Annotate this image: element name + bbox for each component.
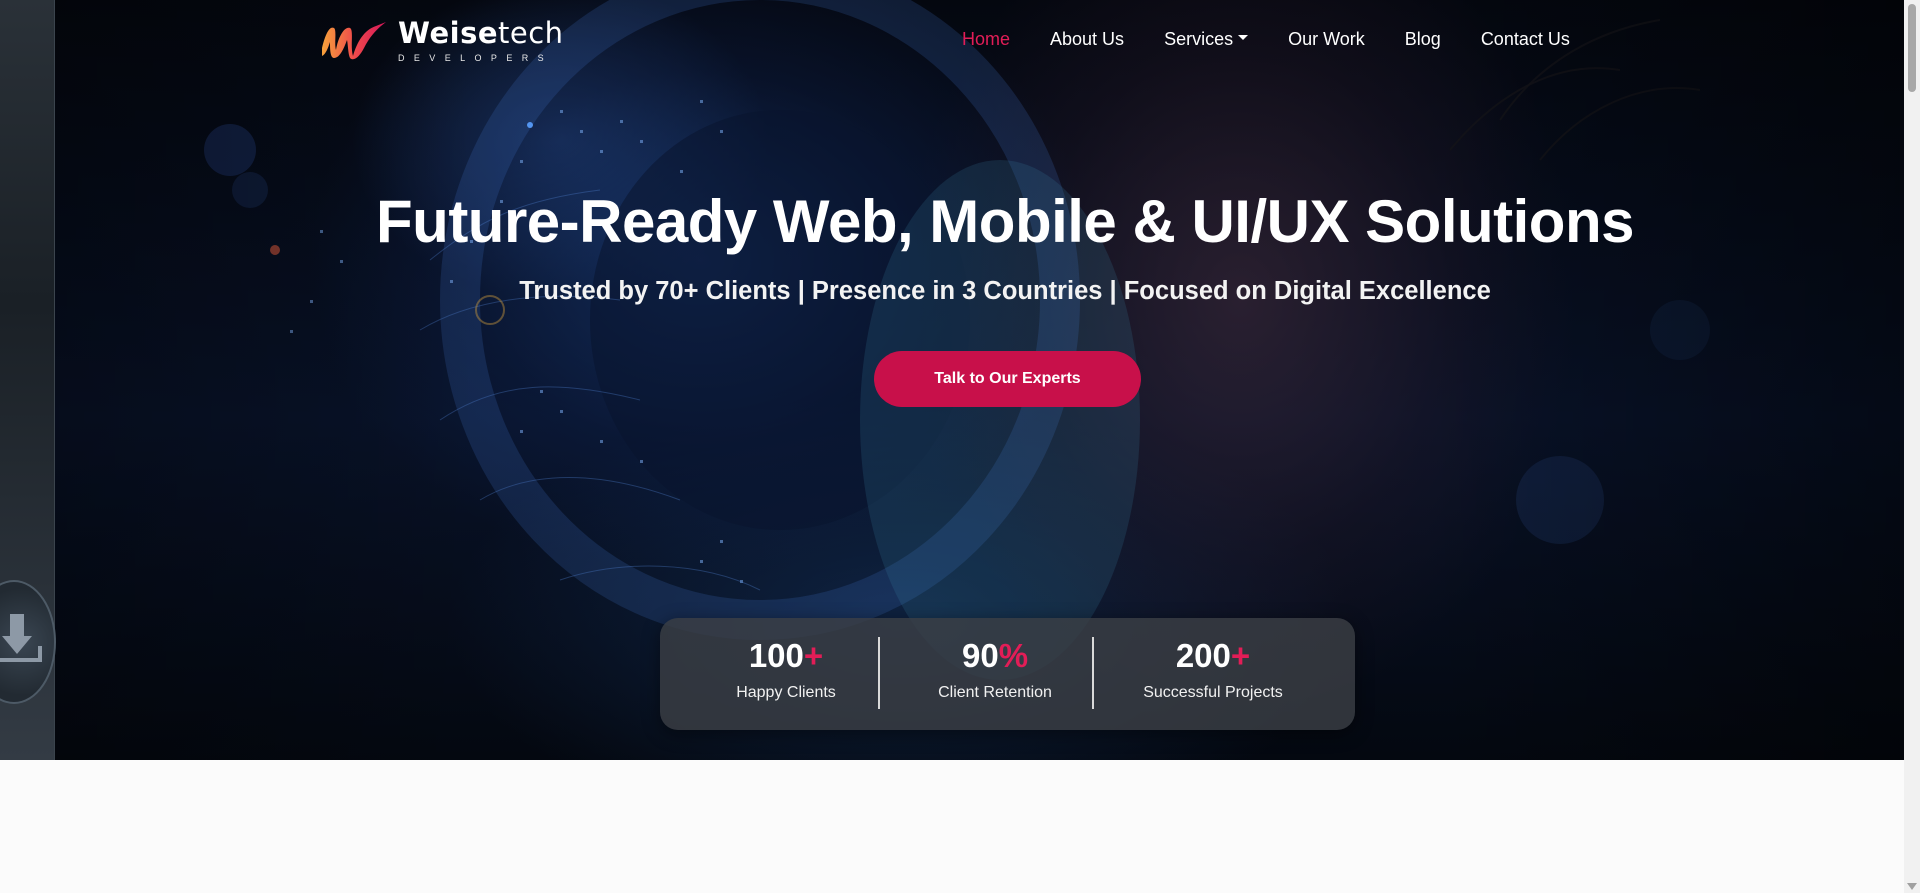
talk-to-experts-button[interactable]: Talk to Our Experts: [874, 351, 1141, 407]
stat-label: Client Retention: [938, 684, 1052, 701]
stat-successful-projects: 200+ Successful Projects: [1120, 638, 1306, 702]
stat-number: 90%: [961, 637, 1029, 674]
nav-our-work-label: Our Work: [1288, 28, 1365, 49]
nav-services-label: Services: [1164, 28, 1234, 49]
stat-happy-clients: 100+ Happy Clients: [716, 638, 856, 702]
viewport: Weisetech DEVELOPERS Home About Us Servi…: [0, 0, 1920, 893]
site-header: Weisetech DEVELOPERS Home About Us Servi…: [0, 0, 1904, 80]
brand-name: Weisetech: [398, 16, 564, 50]
nav-our-work[interactable]: Our Work: [1288, 29, 1365, 50]
stat-label: Happy Clients: [736, 684, 836, 701]
page-scrollbar[interactable]: [1904, 0, 1920, 893]
stat-number: 100+: [748, 637, 824, 674]
brand-tagline: DEVELOPERS: [398, 53, 554, 63]
main-nav: Home About Us Services Our Work Blog Con…: [962, 26, 1570, 52]
caret-down-icon: [1238, 34, 1249, 40]
nav-blog-label: Blog: [1404, 28, 1441, 49]
nav-services[interactable]: Services: [1164, 28, 1249, 50]
hero-subline: Trusted by 70+ Clients | Presence in 3 C…: [519, 277, 1491, 305]
stat-divider: [878, 637, 880, 709]
nav-home-label: Home: [962, 28, 1011, 49]
logo-mark-icon: [322, 22, 386, 60]
hero-headline: Future-Ready Web, Mobile & UI/UX Solutio…: [376, 188, 1634, 255]
scrollbar-thumb[interactable]: [1908, 4, 1916, 92]
nav-blog[interactable]: Blog: [1405, 29, 1441, 50]
side-panel: [0, 0, 56, 760]
stats-panel: 100+ Happy Clients 90% Client Retention …: [660, 618, 1355, 730]
download-icon: [0, 614, 42, 662]
nav-contact-us[interactable]: Contact Us: [1481, 29, 1570, 50]
nav-home[interactable]: Home: [962, 29, 1010, 50]
side-download-button[interactable]: [0, 580, 56, 704]
stat-client-retention: 90% Client Retention: [915, 638, 1075, 702]
nav-about-us[interactable]: About Us: [1050, 29, 1124, 50]
stat-divider: [1092, 637, 1094, 709]
nav-about-label: About Us: [1050, 28, 1125, 49]
scroll-down-arrow-icon[interactable]: [1907, 883, 1917, 890]
brand-wordmark: Weisetech DEVELOPERS: [398, 18, 564, 63]
stat-number: 200+: [1175, 637, 1251, 674]
stat-label: Successful Projects: [1143, 684, 1283, 701]
brand-logo[interactable]: Weisetech DEVELOPERS: [320, 18, 564, 63]
nav-contact-label: Contact Us: [1480, 28, 1570, 49]
